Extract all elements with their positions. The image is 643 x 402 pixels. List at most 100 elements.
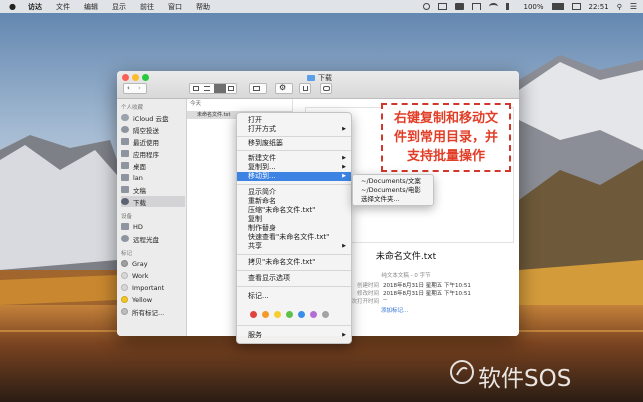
sidebar-item-desktop[interactable]: 桌面 xyxy=(121,160,185,171)
wifi-icon[interactable] xyxy=(489,3,499,10)
action-button[interactable]: ⚙ xyxy=(275,83,293,94)
submenu-item-documents-movies[interactable]: ~/Documents/电影 xyxy=(353,186,433,195)
sidebar-item-icloud[interactable]: iCloud 云盘 xyxy=(121,112,185,123)
created-value: 2018年8月31日 星期五 下午10:51 xyxy=(383,283,471,289)
add-tags-link[interactable]: 添加标记... xyxy=(381,306,408,314)
menu-item-duplicate[interactable]: 复制 xyxy=(237,215,351,224)
menu-file[interactable]: 文件 xyxy=(56,2,70,12)
menu-item-label: 拷贝"未命名文件.txt" xyxy=(248,258,316,266)
tag-color-gray[interactable] xyxy=(322,311,329,318)
sidebar-item-home[interactable]: lan xyxy=(121,172,185,183)
status-icon-1[interactable] xyxy=(423,3,431,10)
menu-item-share[interactable]: 共享 ▶ xyxy=(237,242,351,251)
airdrop-icon xyxy=(121,126,129,133)
sidebar-item-label: 远程光盘 xyxy=(133,235,159,244)
menu-clock[interactable]: 22:51 xyxy=(589,3,609,11)
sidebar-tag-important[interactable]: Important xyxy=(121,282,185,293)
view-mode-buttons[interactable] xyxy=(189,83,237,94)
sidebar-item-label: 下载 xyxy=(133,198,146,207)
column-header: 今天 xyxy=(190,101,202,107)
sidebar-item-documents[interactable]: 文稿 xyxy=(121,184,185,195)
menu-view[interactable]: 显示 xyxy=(112,2,126,12)
menu-app-name[interactable]: 访达 xyxy=(28,2,42,12)
sidebar-tag-work[interactable]: Work xyxy=(121,270,185,281)
menu-go[interactable]: 前往 xyxy=(140,2,154,12)
sidebar-item-hd[interactable]: HD xyxy=(121,221,185,232)
menu-window[interactable]: 窗口 xyxy=(168,2,182,12)
submenu-item-choose-folder[interactable]: 选择文件夹... xyxy=(353,195,433,204)
icon-view-icon[interactable] xyxy=(193,86,199,91)
column-view-icon[interactable] xyxy=(214,84,226,93)
zoom-button[interactable] xyxy=(142,74,149,81)
menu-item-make-alias[interactable]: 制作替身 xyxy=(237,224,351,233)
tag-color-green[interactable] xyxy=(286,311,293,318)
volume-icon[interactable] xyxy=(506,3,515,10)
tag-color-blue[interactable] xyxy=(298,311,305,318)
status-icon-2[interactable] xyxy=(438,3,448,10)
chevron-right-icon[interactable]: › xyxy=(138,84,141,92)
sidebar: 个人收藏 iCloud 云盘 隔空投送 最近使用 应用程序 桌面 lan 文稿 xyxy=(117,99,187,336)
submenu-item-documents-copywriting[interactable]: ~/Documents/文案 xyxy=(353,177,433,186)
search-icon[interactable]: ⚲ xyxy=(617,3,622,11)
sidebar-item-label: lan xyxy=(133,173,143,182)
sidebar-item-recents[interactable]: 最近使用 xyxy=(121,136,185,147)
menu-item-copy-to[interactable]: 复制到... ▶ xyxy=(237,163,351,172)
notification-center-icon[interactable]: ☰ xyxy=(630,2,637,11)
sidebar-item-applications[interactable]: 应用程序 xyxy=(121,148,185,159)
menu-help[interactable]: 帮助 xyxy=(196,2,210,12)
sidebar-section-devices: 设备 xyxy=(121,214,133,220)
battery-percent[interactable]: 100% xyxy=(523,3,543,11)
sidebar-item-label: Work xyxy=(132,271,149,280)
menu-item-tags[interactable]: 标记... xyxy=(237,292,351,301)
download-icon xyxy=(121,198,129,205)
gallery-view-icon[interactable] xyxy=(228,86,234,91)
list-view-icon[interactable] xyxy=(204,86,210,91)
sidebar-item-downloads[interactable]: 下载 xyxy=(121,196,185,207)
annotation-line: 件到常用目录，并 xyxy=(393,130,498,145)
tag-dot-icon xyxy=(121,296,128,303)
menu-item-rename[interactable]: 重新命名 xyxy=(237,197,351,206)
input-method-icon[interactable] xyxy=(571,3,581,10)
menu-item-view-options[interactable]: 查看显示选项 xyxy=(237,274,351,283)
close-button[interactable] xyxy=(122,74,129,81)
folder-icon xyxy=(307,75,315,81)
sidebar-tag-all[interactable]: 所有标记... xyxy=(121,306,185,317)
menu-item-quick-look[interactable]: 快速查看"未命名文件.txt" xyxy=(237,233,351,242)
menu-item-open-with[interactable]: 打开方式 ▶ xyxy=(237,125,351,134)
context-menu: 打开 打开方式 ▶ 移到废纸篓 新建文件 ▶ 复制到... ▶ 移动到... ▶ 显示简… xyxy=(236,112,352,344)
tag-dot-icon xyxy=(121,260,128,267)
menu-item-open[interactable]: 打开 xyxy=(237,116,351,125)
tag-icon xyxy=(323,86,330,91)
menu-edit[interactable]: 编辑 xyxy=(84,2,98,12)
submenu-arrow-icon: ▶ xyxy=(342,173,346,179)
back-forward-buttons[interactable]: ‹ › xyxy=(123,83,147,94)
share-button[interactable] xyxy=(299,83,311,94)
sidebar-item-remote-disc[interactable]: 远程光盘 xyxy=(121,233,185,244)
menu-item-new-folder[interactable]: 新建文件 ▶ xyxy=(237,154,351,163)
menu-item-label: 压缩"未命名文件.txt" xyxy=(248,206,316,214)
menu-item-compress[interactable]: 压缩"未命名文件.txt" xyxy=(237,206,351,215)
menu-item-services[interactable]: 服务 ▶ xyxy=(237,331,351,340)
tag-color-purple[interactable] xyxy=(310,311,317,318)
menu-item-label: 快速查看"未命名文件.txt" xyxy=(248,233,330,241)
menu-item-move-to-trash[interactable]: 移到废纸篓 xyxy=(237,139,351,148)
apple-icon[interactable]: ● xyxy=(9,2,16,11)
tag-color-orange[interactable] xyxy=(262,311,269,318)
menu-item-label: 共享 xyxy=(248,242,262,250)
chevron-left-icon[interactable]: ‹ xyxy=(127,84,130,92)
sidebar-tag-gray[interactable]: Gray xyxy=(121,258,185,269)
menu-item-move-to[interactable]: 移动到... ▶ xyxy=(237,172,351,181)
tag-color-yellow[interactable] xyxy=(274,311,281,318)
sidebar-item-airdrop[interactable]: 隔空投送 xyxy=(121,124,185,135)
status-icon-3[interactable] xyxy=(455,3,465,10)
airplay-icon[interactable] xyxy=(472,3,482,10)
minimize-button[interactable] xyxy=(132,74,139,81)
group-button[interactable] xyxy=(249,83,267,94)
clock-icon xyxy=(121,138,129,145)
menu-item-copy-item[interactable]: 拷贝"未命名文件.txt" xyxy=(237,258,351,267)
sidebar-tag-yellow[interactable]: Yellow xyxy=(121,294,185,305)
tag-color-red[interactable] xyxy=(250,311,257,318)
sidebar-item-label: 文稿 xyxy=(133,186,146,195)
tag-button[interactable] xyxy=(320,83,332,94)
menu-item-get-info[interactable]: 显示简介 xyxy=(237,188,351,197)
